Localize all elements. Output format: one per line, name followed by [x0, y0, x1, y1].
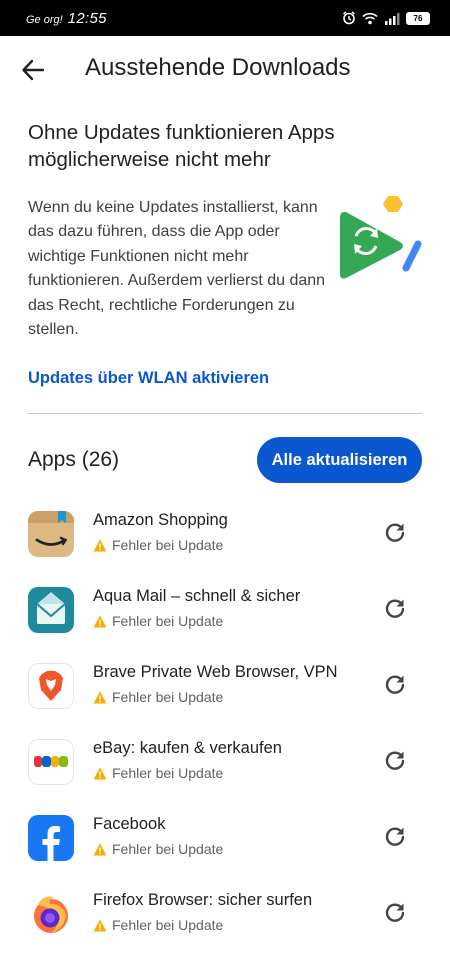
aqua-mail-icon	[28, 587, 74, 633]
warning-icon	[93, 919, 107, 931]
signal-icon	[385, 12, 400, 25]
status-left: Ge org! 12:55	[26, 10, 107, 27]
retry-update-icon[interactable]	[382, 672, 408, 698]
retry-update-icon[interactable]	[382, 520, 408, 546]
back-arrow-icon[interactable]	[20, 57, 46, 83]
warning-icon	[93, 767, 107, 779]
app-status: Fehler bei Update	[93, 613, 223, 629]
status-icons: 76	[342, 11, 430, 25]
app-row-amazon[interactable]: Amazon Shopping Fehler bei Update	[0, 507, 450, 583]
page-title: Ausstehende Downloads	[85, 54, 351, 81]
app-name: Aqua Mail – schnell & sicher	[93, 587, 301, 605]
app-name: Facebook	[93, 815, 166, 833]
retry-update-icon[interactable]	[382, 824, 408, 850]
retry-update-icon[interactable]	[382, 748, 408, 774]
warning-icon	[93, 843, 107, 855]
apps-count-heading: Apps (26)	[28, 448, 120, 471]
update-all-button[interactable]: Alle aktualisieren	[257, 437, 422, 483]
app-name: eBay: kaufen & verkaufen	[93, 739, 282, 757]
warning-icon	[93, 615, 107, 627]
app-status: Fehler bei Update	[93, 537, 223, 553]
warning-icon	[93, 691, 107, 703]
brave-icon	[28, 663, 74, 709]
app-row-brave[interactable]: Brave Private Web Browser, VPN Fehler be…	[0, 659, 450, 735]
divider	[28, 413, 422, 414]
app-status: Fehler bei Update	[93, 765, 223, 781]
app-name: Amazon Shopping	[93, 511, 228, 529]
app-name: Firefox Browser: sicher surfen	[93, 891, 313, 909]
app-row-facebook[interactable]: Facebook Fehler bei Update	[0, 811, 450, 887]
info-body: Wenn du keine Updates installierst, kann…	[28, 199, 326, 339]
clock: 12:55	[67, 9, 107, 27]
status-label: Fehler bei Update	[112, 917, 224, 933]
wifi-icon	[362, 12, 378, 24]
ebay-icon	[28, 739, 74, 785]
app-row-firefox[interactable]: Firefox Browser: sicher surfen Fehler be…	[0, 887, 450, 963]
amazon-icon	[28, 511, 74, 557]
status-label: Fehler bei Update	[112, 537, 224, 553]
app-row-aqua-mail[interactable]: Aqua Mail – schnell & sicher Fehler bei …	[0, 583, 450, 659]
info-heading: Ohne Updates funktionieren Apps mögliche…	[28, 121, 335, 171]
app-status: Fehler bei Update	[93, 689, 223, 705]
app-row-ebay[interactable]: eBay: kaufen & verkaufen Fehler bei Upda…	[0, 735, 450, 811]
status-label: Fehler bei Update	[112, 689, 224, 705]
status-label: Fehler bei Update	[112, 613, 224, 629]
status-label: Fehler bei Update	[112, 841, 224, 857]
status-label: Fehler bei Update	[112, 765, 224, 781]
facebook-icon	[28, 815, 74, 861]
app-name: Brave Private Web Browser, VPN	[93, 663, 338, 681]
battery-icon: 76	[406, 11, 430, 25]
firefox-icon	[28, 891, 74, 937]
retry-update-icon[interactable]	[382, 596, 408, 622]
app-status: Fehler bei Update	[93, 917, 223, 933]
status-bar: Ge org! 12:55 76	[0, 0, 450, 36]
warning-icon	[93, 539, 107, 551]
enable-wifi-updates-link[interactable]: Updates über WLAN aktivieren	[28, 369, 269, 388]
retry-update-icon[interactable]	[382, 900, 408, 926]
app-bar: Ausstehende Downloads	[0, 36, 450, 102]
carrier-label: Ge org!	[26, 13, 63, 26]
alarm-icon	[343, 11, 355, 25]
app-status: Fehler bei Update	[93, 841, 223, 857]
update-illustration-icon	[340, 196, 422, 279]
